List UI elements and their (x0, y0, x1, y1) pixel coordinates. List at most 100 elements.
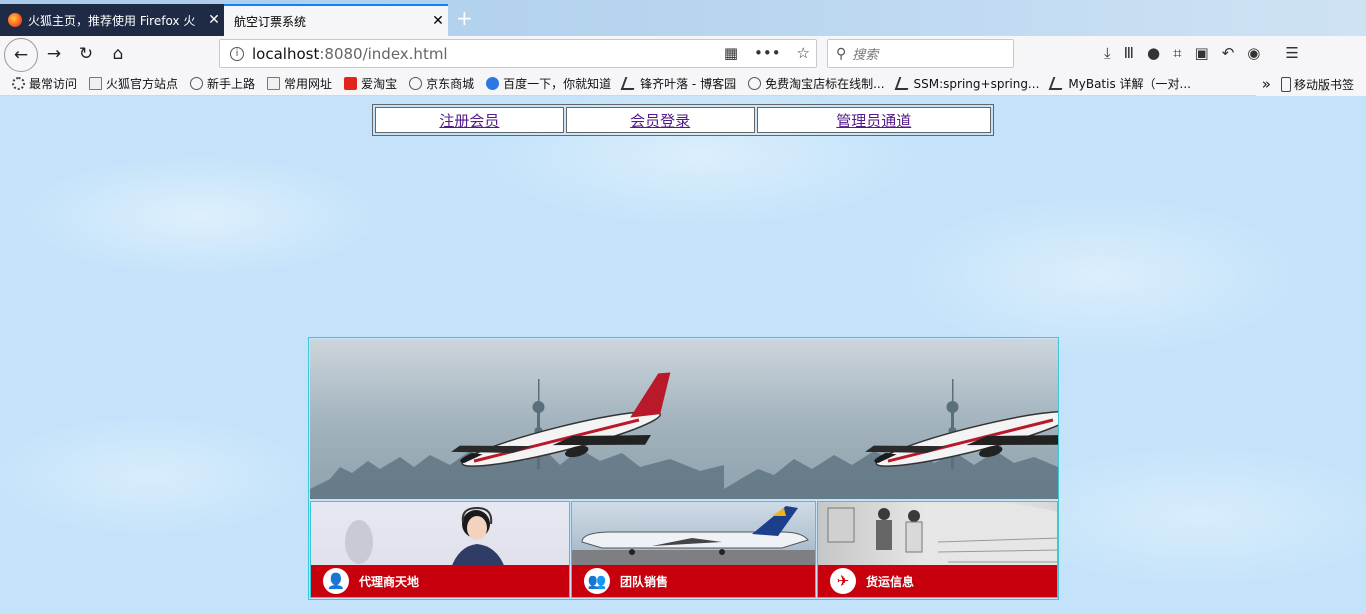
bookmark-label: 爱淘宝 (361, 77, 398, 91)
home-icon: ⌂ (112, 44, 124, 64)
leaf-icon (1049, 77, 1067, 90)
arrow-left-icon: ← (13, 45, 29, 65)
reload-icon: ↻ (78, 44, 94, 64)
register-link[interactable]: 注册会员 (439, 112, 499, 130)
tile-agent[interactable]: 👤 代理商天地 (310, 501, 570, 598)
bookmarks-toolbar: 最常访问 火狐官方站点 新手上路 常用网址 爱淘宝 京东商城 百度一下，你就知道… (0, 72, 1366, 96)
tab-firefox-home[interactable]: 火狐主页，推荐使用 Firefox 火 ✕ (0, 4, 224, 36)
tile-caption: 👤 代理商天地 (311, 565, 569, 597)
tile-label: 代理商天地 (359, 574, 420, 589)
bookmark-item[interactable]: 锋齐叶落 - 博客园 (620, 75, 737, 92)
search-input[interactable]: ⚲ 搜索 (827, 39, 1014, 68)
forward-button[interactable]: → (40, 40, 68, 68)
url-path: :8080/index.html (319, 44, 448, 63)
close-icon[interactable]: ✕ (428, 13, 448, 29)
tile-caption: 👥 团队销售 (572, 565, 815, 597)
bookmark-item[interactable]: 免费淘宝店标在线制... (748, 75, 885, 92)
bookmark-label: 新手上路 (207, 77, 256, 91)
bookmarks-overflow: » 移动版书签 (1255, 72, 1366, 96)
firefox-icon (8, 13, 22, 27)
info-icon[interactable]: i (230, 46, 244, 61)
nav-cell: 注册会员 (375, 107, 564, 133)
tile-label: 货运信息 (866, 574, 915, 589)
search-placeholder: 搜索 (852, 48, 879, 63)
admin-link[interactable]: 管理员通道 (836, 112, 911, 130)
toolbar-icons: ⤓ Ⅲ ● ⌗ ▣ ↶ ◉ ☰ (1104, 44, 1299, 62)
tile-label: 团队销售 (620, 574, 669, 589)
taobao-icon (344, 77, 358, 90)
phone-icon (1280, 76, 1291, 92)
bookmark-label: 常用网址 (284, 77, 333, 91)
bookmark-label: 京东商城 (426, 77, 475, 91)
tab-title: 航空订票系统 (234, 14, 307, 29)
page-actions-icon[interactable]: ••• (754, 44, 781, 62)
bookmark-item[interactable]: 常用网址 (267, 75, 332, 92)
browser-chrome: 火狐主页，推荐使用 Firefox 火 ✕ 航空订票系统 ✕ + ← → ↻ ⌂… (0, 0, 1366, 96)
chat-icon[interactable]: ● (1147, 44, 1160, 62)
back-button[interactable]: ← (4, 38, 38, 72)
airplane-photo (310, 339, 724, 499)
globe-icon (409, 77, 423, 90)
bookmark-item[interactable]: MyBatis 详解（一对... (1049, 75, 1191, 92)
folder-icon (267, 77, 281, 90)
navigation-toolbar: ← → ↻ ⌂ i localhost:8080/index.html ▦ ••… (0, 36, 1366, 72)
tab-airline-booking[interactable]: 航空订票系统 ✕ (224, 4, 448, 36)
globe-icon (748, 77, 762, 90)
gear-icon (12, 77, 25, 90)
leaf-icon (620, 77, 639, 90)
login-link[interactable]: 会员登录 (630, 112, 690, 130)
search-icon: ⚲ (836, 45, 847, 62)
screenshot-icon[interactable]: ⌗ (1173, 44, 1181, 62)
bookmark-label: 免费淘宝店标在线制... (765, 77, 885, 91)
bookmark-item[interactable]: 新手上路 (190, 75, 255, 92)
bookmark-item[interactable]: 百度一下，你就知道 (486, 75, 611, 92)
bookmark-item[interactable]: 爱淘宝 (344, 75, 397, 92)
globe-icon (190, 77, 204, 90)
home-button[interactable]: ⌂ (104, 40, 132, 68)
tile-cargo-info[interactable]: ✈ 货运信息 (817, 501, 1058, 598)
bookmark-item[interactable]: 京东商城 (409, 75, 474, 92)
download-icon[interactable]: ⤓ (1104, 44, 1111, 62)
menu-icon[interactable]: ☰ (1285, 44, 1298, 62)
qr-code-icon[interactable]: ▦ (724, 44, 738, 62)
account-icon[interactable]: ◉ (1247, 44, 1260, 62)
close-icon[interactable]: ✕ (204, 12, 224, 28)
leaf-icon (894, 77, 912, 90)
nav-cell: 管理员通道 (756, 107, 991, 133)
plane-icon: ✈ (830, 568, 856, 594)
bookmark-star-icon[interactable]: ☆ (797, 44, 810, 62)
new-tab-button[interactable]: + (456, 6, 473, 30)
sidebar-icon[interactable]: ▣ (1195, 44, 1209, 62)
bookmark-label: 最常访问 (29, 77, 78, 91)
tab-title: 火狐主页，推荐使用 Firefox 火 (28, 13, 196, 28)
undo-icon[interactable]: ↶ (1222, 44, 1235, 62)
url-bar[interactable]: i localhost:8080/index.html ▦ ••• ☆ (219, 39, 817, 68)
bookmark-label: SSM:spring+spring... (913, 76, 1040, 91)
bookmark-item[interactable]: 火狐官方站点 (89, 75, 178, 92)
chevron-right-icon[interactable]: » (1262, 75, 1271, 93)
tab-strip: 火狐主页，推荐使用 Firefox 火 ✕ 航空订票系统 ✕ + (0, 0, 1366, 36)
group-icon: 👥 (584, 568, 610, 594)
url-host: localhost (252, 44, 320, 63)
library-icon[interactable]: Ⅲ (1124, 44, 1134, 62)
bookmark-label: MyBatis 详解（一对... (1068, 77, 1191, 91)
arrow-right-icon: → (46, 44, 62, 64)
bookmark-label: 火狐官方站点 (106, 77, 179, 91)
page-content: 注册会员 会员登录 管理员通道 👤 代理商天地 👥 团队销售 ✈ 货运信息 (0, 96, 1366, 614)
folder-icon (89, 77, 103, 90)
member-nav: 注册会员 会员登录 管理员通道 (372, 104, 994, 136)
feature-grid: 👤 代理商天地 👥 团队销售 ✈ 货运信息 (308, 337, 1059, 600)
banner-image (310, 339, 1058, 499)
bookmark-item[interactable]: 最常访问 (12, 75, 77, 92)
reload-button[interactable]: ↻ (72, 40, 100, 68)
mobile-bookmarks[interactable]: 移动版书签 (1294, 76, 1354, 93)
bookmark-label: 锋齐叶落 - 博客园 (640, 77, 737, 91)
person-icon: 👤 (323, 568, 349, 594)
bookmark-item[interactable]: SSM:spring+spring... (894, 76, 1040, 91)
nav-cell: 会员登录 (565, 107, 755, 133)
baidu-paw-icon (486, 77, 500, 90)
tile-caption: ✈ 货运信息 (818, 565, 1057, 597)
tile-group-sales[interactable]: 👥 团队销售 (571, 501, 816, 598)
airplane-photo (724, 339, 1058, 499)
bookmark-label: 百度一下，你就知道 (503, 77, 612, 91)
